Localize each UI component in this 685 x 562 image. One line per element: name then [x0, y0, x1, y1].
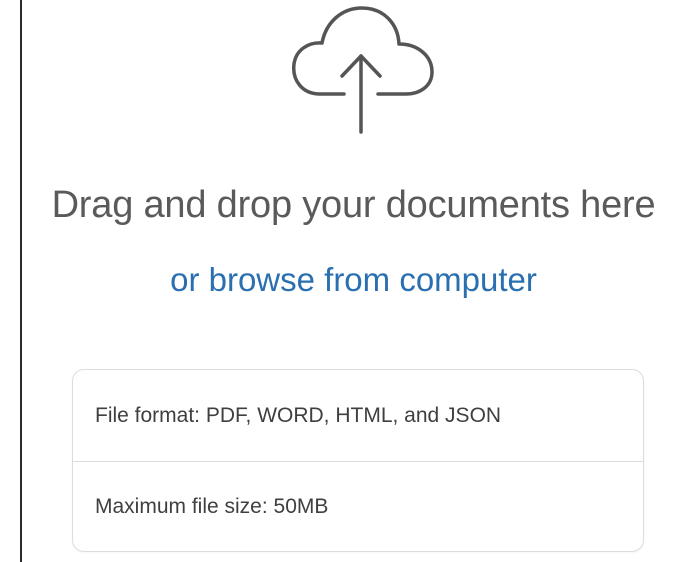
upload-page[interactable]: Drag and drop your documents here or bro… [0, 0, 685, 562]
drop-zone-title: Drag and drop your documents here [51, 184, 656, 226]
file-format-info: File format: PDF, WORD, HTML, and JSON [95, 403, 502, 427]
max-file-size-info: Maximum file size: 50MB [73, 461, 643, 552]
browse-computer-link[interactable]: or browse from computer [22, 257, 685, 303]
cloud-upload-icon [292, 6, 434, 134]
file-requirements-box: File format: PDF, WORD, HTML, and JSON M… [72, 369, 644, 552]
